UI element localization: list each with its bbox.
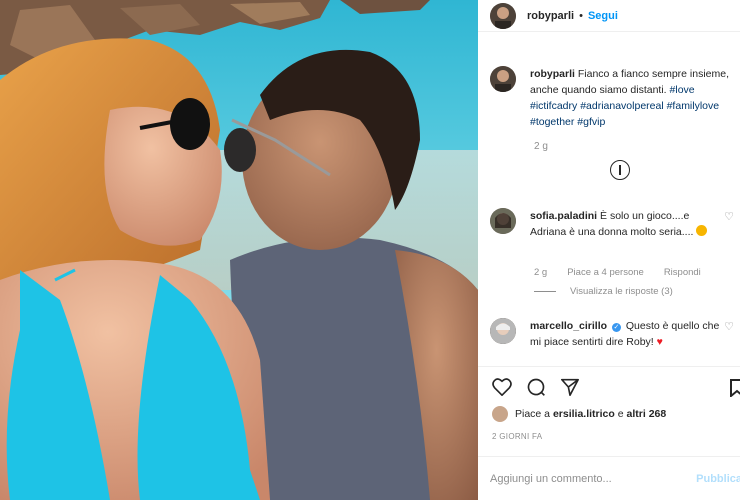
comment-author[interactable]: marcello_cirillo	[530, 320, 607, 332]
bookmark-icon[interactable]	[730, 379, 740, 399]
reply-button[interactable]: Rispondi	[664, 267, 701, 278]
likes-summary: Piace a ersilia.litrico e altri 268	[492, 406, 666, 422]
post-photo[interactable]	[0, 0, 478, 500]
add-comment-bar: Pubblica	[478, 456, 740, 500]
share-icon[interactable]	[558, 375, 582, 399]
comment-text: sofia.paladini È solo un gioco....e Adri…	[530, 208, 720, 240]
comment: sofia.paladini È solo un gioco....e Adri…	[490, 208, 736, 240]
avatar[interactable]	[492, 406, 508, 422]
verified-badge-icon: ✓	[611, 323, 621, 332]
hashtag[interactable]: #together	[530, 116, 574, 128]
caption: robyparli Fianco a fianco sempre insieme…	[490, 66, 736, 130]
caption-age: 2 g	[534, 141, 548, 152]
post-header: robyparli • Segui	[478, 0, 740, 32]
comment-meta: 2 g Piace a 4 persone Rispondi	[534, 267, 701, 278]
hashtag[interactable]: #ictifcadry	[530, 100, 577, 112]
like-comment-heart-icon[interactable]: ♡	[724, 320, 734, 333]
comment-author[interactable]: sofia.paladini	[530, 210, 597, 222]
hashtag[interactable]: #adrianavolpereal	[580, 100, 663, 112]
heart-icon[interactable]	[490, 375, 514, 399]
post-author[interactable]: robyparli	[527, 10, 574, 22]
like-comment-heart-icon[interactable]: ♡	[724, 210, 734, 223]
caption-text: robyparli Fianco a fianco sempre insieme…	[530, 66, 736, 130]
comment-age: 2 g	[534, 267, 548, 278]
avatar[interactable]	[490, 66, 516, 92]
avatar[interactable]	[490, 318, 516, 344]
comment-likes[interactable]: Piace a 4 persone	[567, 267, 644, 278]
replies-line	[534, 291, 556, 292]
star-struck-emoji-icon	[696, 225, 708, 236]
avatar[interactable]	[490, 2, 516, 29]
likes-prefix: Piace a	[515, 408, 551, 420]
hashtag[interactable]: #gfvip	[577, 116, 605, 128]
view-replies-button[interactable]: Visualizza le risposte (3)	[534, 286, 673, 297]
post-actions	[478, 366, 740, 406]
view-replies-label: Visualizza le risposte (3)	[570, 286, 673, 297]
avatar[interactable]	[490, 208, 516, 234]
post-date: 2 GIORNI FA	[492, 432, 543, 441]
separator-dot: •	[579, 9, 583, 22]
comment-icon[interactable]	[524, 375, 548, 399]
hashtag[interactable]: #familylove	[667, 100, 720, 112]
likes-others[interactable]: altri 268	[627, 408, 667, 420]
post-sidebar: robyparli • Segui robyparli Fianco a fia…	[478, 0, 740, 500]
publish-button[interactable]: Pubblica	[696, 473, 740, 485]
comment-input[interactable]	[490, 472, 690, 485]
likes-joiner: e	[617, 408, 624, 420]
hashtag[interactable]: #love	[670, 84, 695, 96]
more-options-icon[interactable]	[610, 160, 630, 180]
red-heart-emoji-icon: ♥	[656, 336, 663, 348]
caption-author[interactable]: robyparli	[530, 68, 575, 80]
comment-text: marcello_cirillo ✓ Questo è quello che m…	[530, 318, 720, 350]
follow-button[interactable]: Segui	[588, 10, 618, 22]
couple-kissing-beach-image	[0, 0, 478, 500]
likes-user[interactable]: ersilia.litrico	[553, 408, 615, 420]
comment: marcello_cirillo ✓ Questo è quello che m…	[490, 318, 736, 350]
